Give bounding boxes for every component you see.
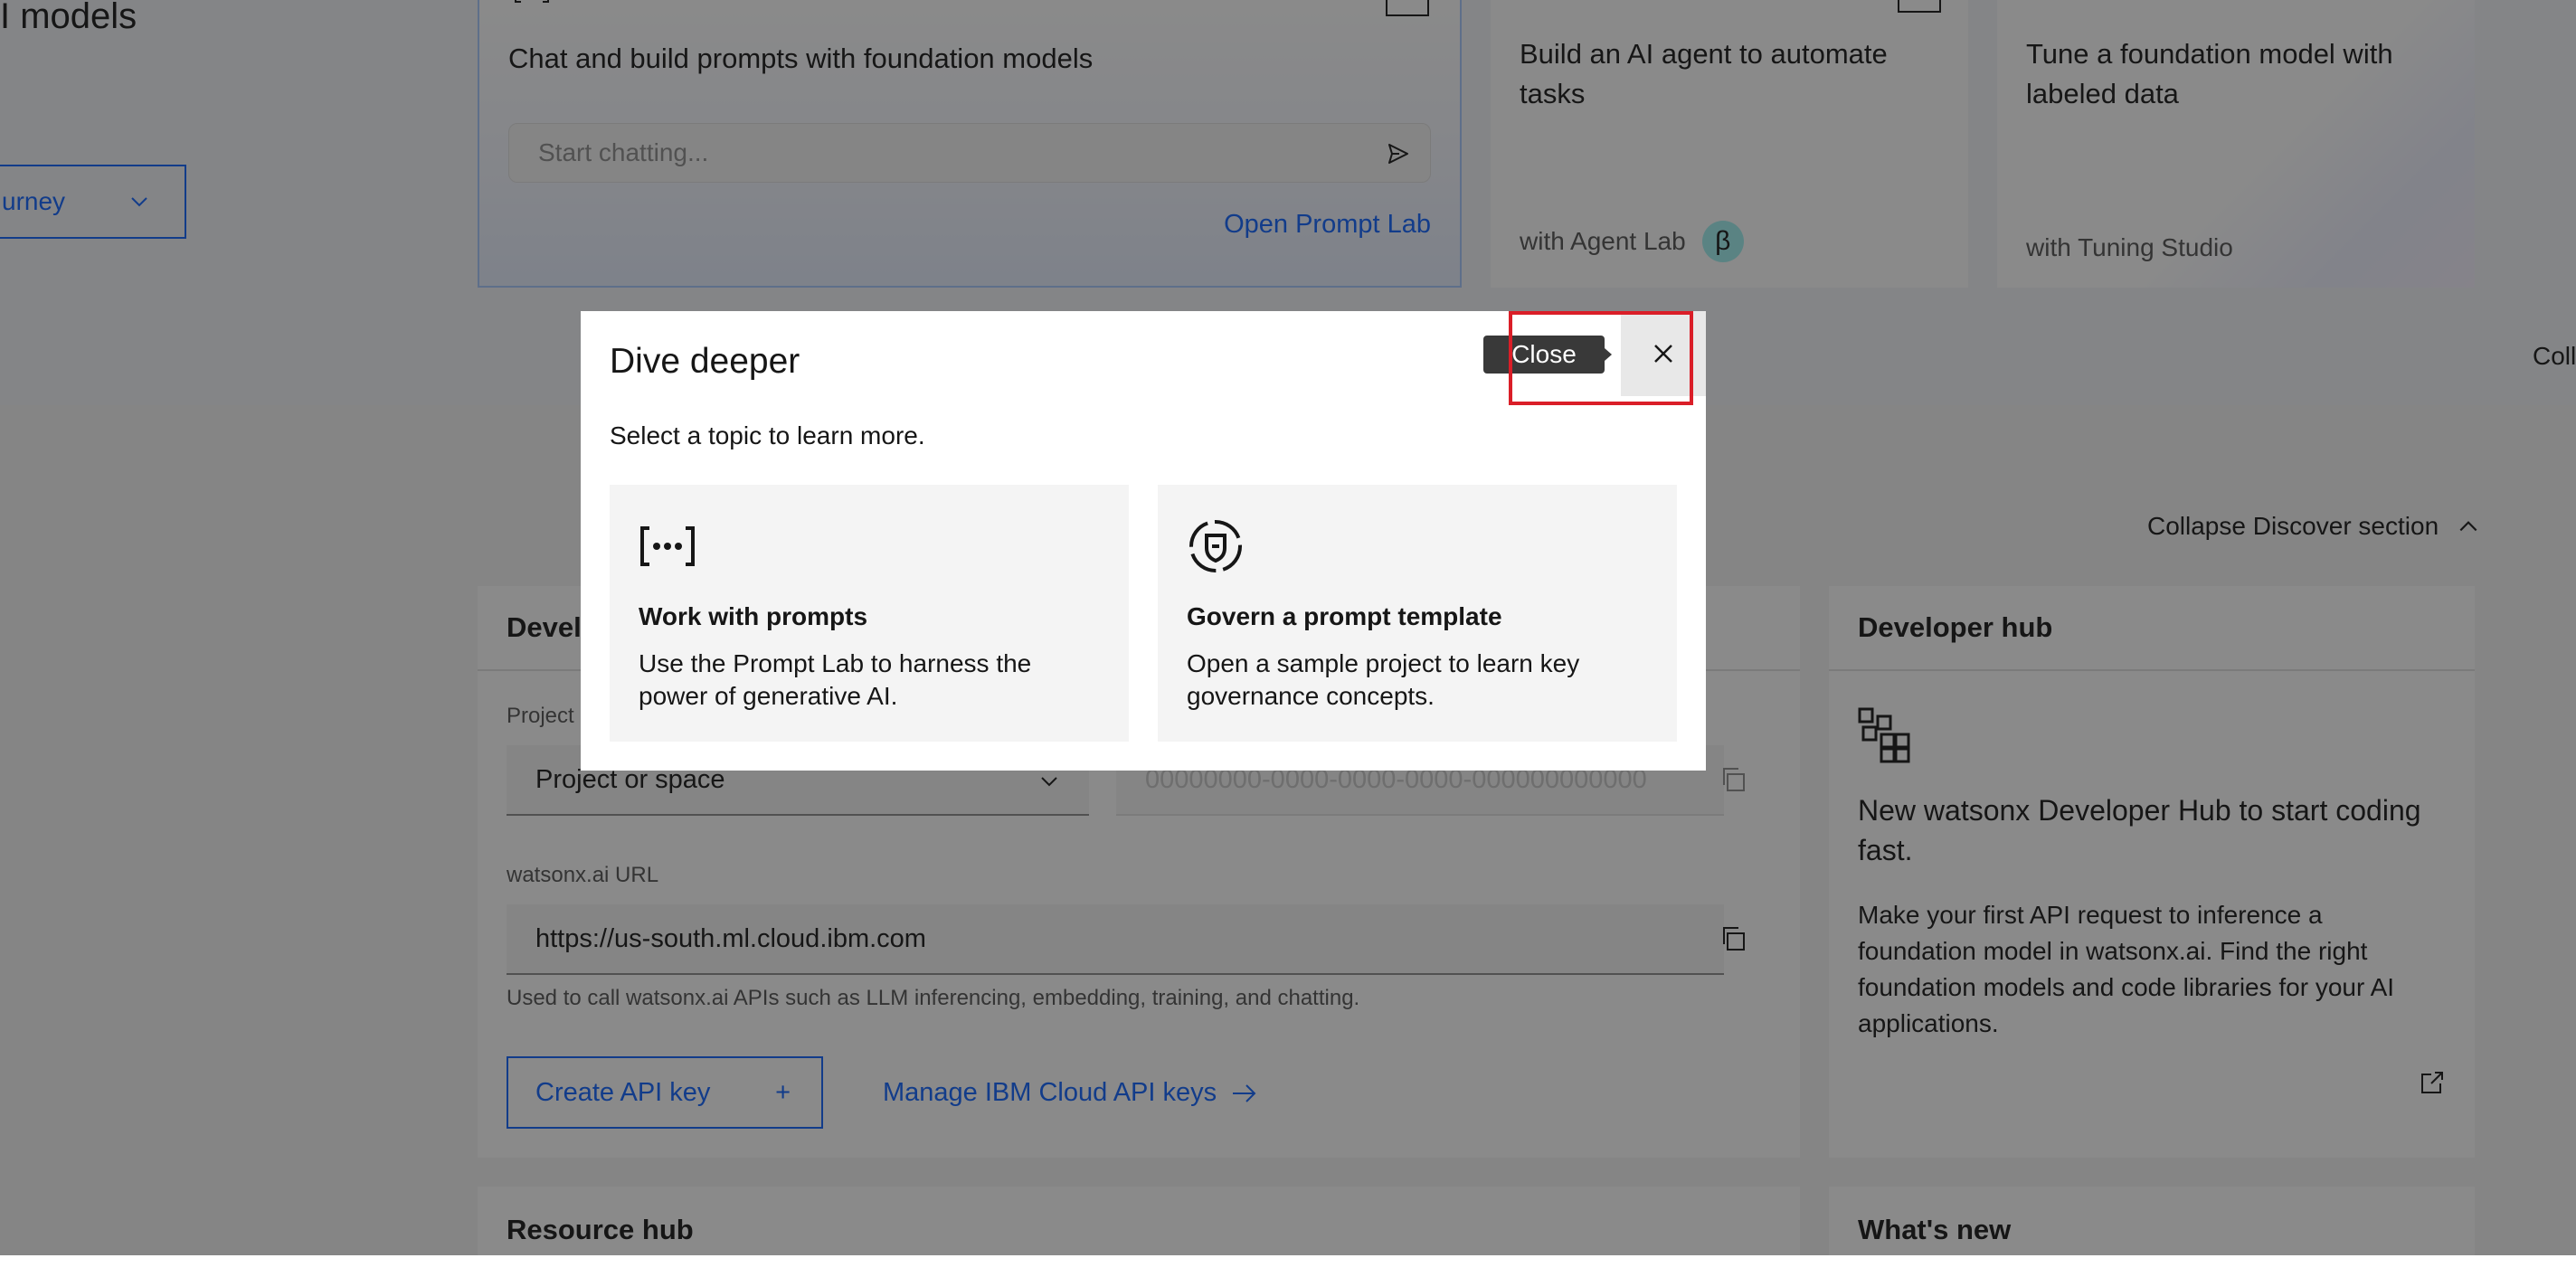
topic-description: Open a sample project to learn key gover…: [1187, 649, 1580, 710]
topic-card-prompts[interactable]: Work with prompts Use the Prompt Lab to …: [610, 485, 1129, 742]
close-tooltip: Close: [1483, 336, 1612, 374]
close-icon: [1654, 345, 1672, 363]
topic-title: Govern a prompt template: [1187, 602, 1502, 630]
topic-description: Use the Prompt Lab to harness the power …: [639, 649, 1032, 710]
prompt-brackets-icon: [640, 526, 695, 566]
governance-shield-icon: [1189, 520, 1242, 572]
modal-subtitle: Select a topic to learn more.: [610, 421, 925, 449]
topic-card-govern[interactable]: Govern a prompt template Open a sample p…: [1158, 485, 1677, 742]
close-button[interactable]: [1621, 311, 1706, 396]
modal-title: Dive deeper: [610, 342, 800, 381]
topic-title: Work with prompts: [639, 602, 868, 630]
dive-deeper-modal: Dive deeper Select a topic to learn more…: [581, 311, 1706, 771]
